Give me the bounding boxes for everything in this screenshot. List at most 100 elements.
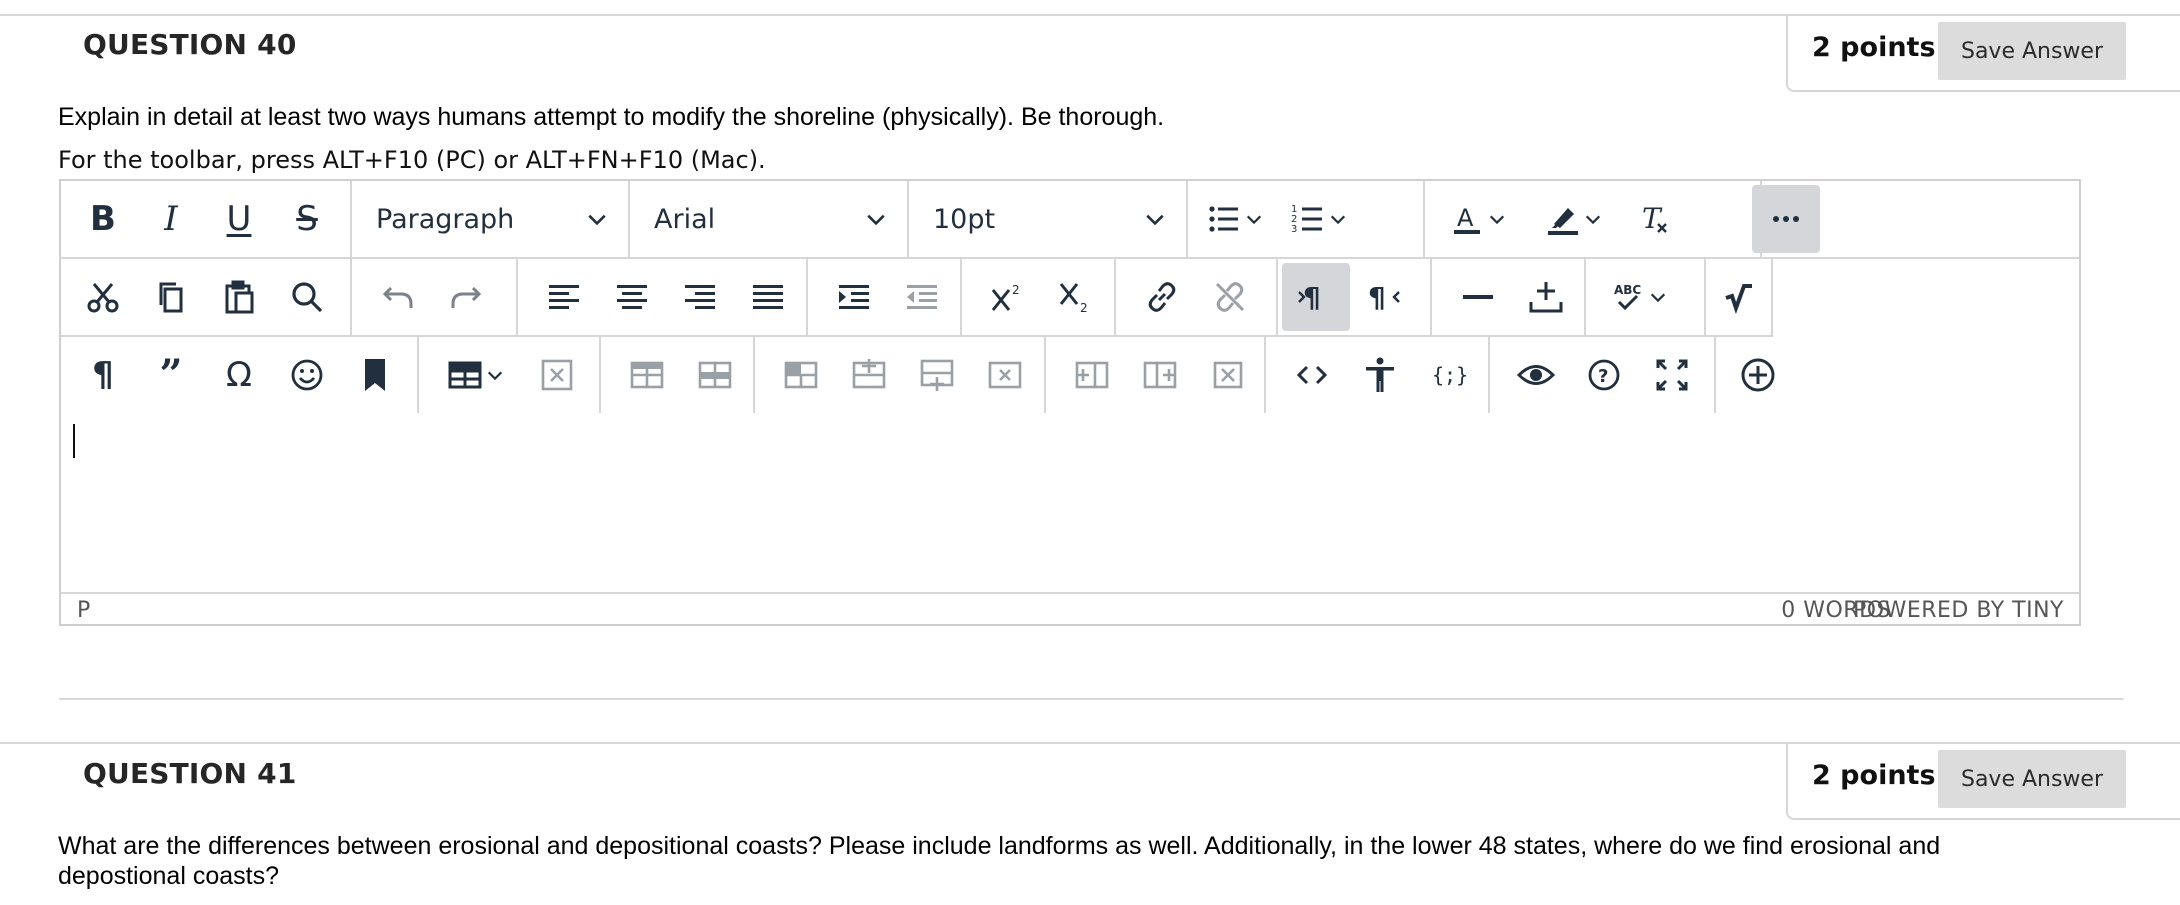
fullscreen-button[interactable] — [1638, 341, 1706, 409]
ltr-button[interactable]: ¶ — [1282, 263, 1350, 331]
align-group — [518, 259, 808, 335]
align-left-button[interactable] — [530, 263, 598, 331]
font-family-select[interactable]: Arial — [630, 181, 909, 257]
clipboard-group — [61, 259, 352, 335]
cut-button[interactable] — [69, 263, 137, 331]
table-merge-button[interactable] — [767, 341, 835, 409]
link-button[interactable] — [1128, 263, 1196, 331]
align-justify-button[interactable] — [734, 263, 802, 331]
text-color-button[interactable]: A — [1429, 185, 1525, 253]
text-caret — [73, 424, 75, 458]
add-content-button[interactable] — [1724, 341, 1792, 409]
blockquote-button[interactable]: ” — [137, 341, 205, 409]
rich-text-editor: B I U S Paragraph Arial 10pt 1 2 3 A T 2… — [59, 179, 2081, 626]
svg-text:{;}: {;} — [1432, 363, 1467, 387]
bullet-list-icon — [1209, 206, 1238, 232]
find-replace-button[interactable] — [273, 263, 341, 331]
help-button[interactable]: ? — [1570, 341, 1638, 409]
superscript-button[interactable]: 2 — [974, 263, 1042, 331]
accessibility-button[interactable] — [1346, 341, 1414, 409]
math-button[interactable] — [1706, 263, 1771, 331]
horizontal-rule-button[interactable] — [1444, 263, 1512, 331]
preview-button[interactable] — [1502, 341, 1570, 409]
special-char-button[interactable]: Ω — [205, 341, 273, 409]
table-group-1 — [419, 337, 601, 413]
bold-button[interactable]: B — [69, 185, 137, 253]
powered-by-tiny-link[interactable]: POWERED BY TINY — [1853, 598, 2064, 623]
numbered-list-button[interactable]: 123 — [1276, 185, 1360, 253]
indent-button[interactable] — [820, 263, 888, 331]
question-41-save-button[interactable]: Save Answer — [1938, 750, 2126, 808]
italic-button[interactable]: I — [137, 185, 205, 253]
chevron-down-icon — [1330, 215, 1346, 225]
editor-content-area[interactable] — [61, 415, 2079, 592]
toolbar-hint: For the toolbar, press ALT+F10 (PC) or A… — [58, 146, 766, 174]
subscript-button[interactable]: 2 — [1042, 263, 1110, 331]
bookmark-button[interactable] — [341, 341, 409, 409]
bullet-list-button[interactable] — [1192, 185, 1276, 253]
chevron-down-icon — [1146, 214, 1164, 226]
svg-text:2: 2 — [1012, 283, 1020, 297]
highlight-button[interactable] — [1525, 185, 1621, 253]
paragraph-mark-button[interactable]: ¶ — [69, 341, 137, 409]
align-center-button[interactable] — [598, 263, 666, 331]
redo-icon — [451, 286, 482, 308]
link-group — [1116, 259, 1278, 335]
insert-row-after-button[interactable] — [903, 341, 971, 409]
help-icon: ? — [1588, 359, 1620, 391]
table-cell-props-button[interactable] — [681, 341, 749, 409]
block-format-select[interactable]: Paragraph — [352, 181, 630, 257]
underline-button[interactable]: U — [205, 185, 273, 253]
template-button[interactable]: {;} — [1414, 341, 1482, 409]
svg-text:¶: ¶ — [1303, 281, 1321, 314]
font-size-select[interactable]: 10pt — [909, 181, 1188, 257]
svg-text:?: ? — [1598, 366, 1608, 387]
question-40-save-button[interactable]: Save Answer — [1938, 22, 2126, 80]
clear-format-button[interactable]: T — [1621, 185, 1689, 253]
table-button[interactable] — [427, 341, 523, 409]
source-code-icon — [1296, 365, 1328, 385]
find-replace-icon — [292, 282, 323, 313]
copy-button[interactable] — [137, 263, 205, 331]
source-code-button[interactable] — [1278, 341, 1346, 409]
history-group — [352, 259, 518, 335]
svg-text:A: A — [1457, 204, 1474, 232]
table-merge-icon — [784, 361, 818, 389]
paste-text-button[interactable] — [1512, 263, 1580, 331]
insert-row-before-button[interactable] — [835, 341, 903, 409]
strikethrough-button[interactable]: S — [273, 185, 341, 253]
align-right-button[interactable] — [666, 263, 734, 331]
unlink-button[interactable] — [1196, 263, 1264, 331]
insert-col-after-button[interactable] — [1126, 341, 1194, 409]
more-button[interactable] — [1752, 185, 1820, 253]
insert-group — [1432, 259, 1586, 335]
insert-row-after-icon — [920, 359, 954, 391]
align-justify-icon — [753, 285, 783, 309]
list-group: 123 — [1188, 181, 1425, 257]
bookmark-icon — [365, 359, 385, 391]
undo-icon — [382, 286, 413, 308]
paste-button[interactable] — [205, 263, 273, 331]
block-format-value: Paragraph — [376, 203, 515, 235]
emoji-button[interactable] — [273, 341, 341, 409]
outdent-button[interactable] — [888, 263, 956, 331]
chevron-down-icon — [1650, 293, 1666, 303]
delete-row-button[interactable] — [971, 341, 1039, 409]
toolbar-row-1: B I U S Paragraph Arial 10pt 1 2 3 A T — [61, 181, 2079, 259]
math-icon — [1724, 284, 1752, 315]
undo-button[interactable] — [364, 263, 432, 331]
delete-col-button[interactable] — [1194, 341, 1262, 409]
blockquote-icon: ” — [159, 351, 183, 398]
delete-table-button[interactable] — [523, 341, 591, 409]
table-row-props-button[interactable] — [613, 341, 681, 409]
rtl-button[interactable]: ¶ — [1350, 263, 1418, 331]
add-content-icon — [1741, 358, 1775, 392]
element-path[interactable]: P — [77, 598, 91, 623]
emoji-icon — [291, 359, 323, 391]
question-41-prompt-line-1: What are the differences between erosion… — [58, 832, 1941, 860]
redo-button[interactable] — [432, 263, 500, 331]
svg-text:¶: ¶ — [1368, 281, 1386, 314]
spellcheck-button[interactable]: ABC — [1590, 263, 1686, 331]
add-content-group — [1716, 337, 1796, 413]
insert-col-before-button[interactable] — [1058, 341, 1126, 409]
